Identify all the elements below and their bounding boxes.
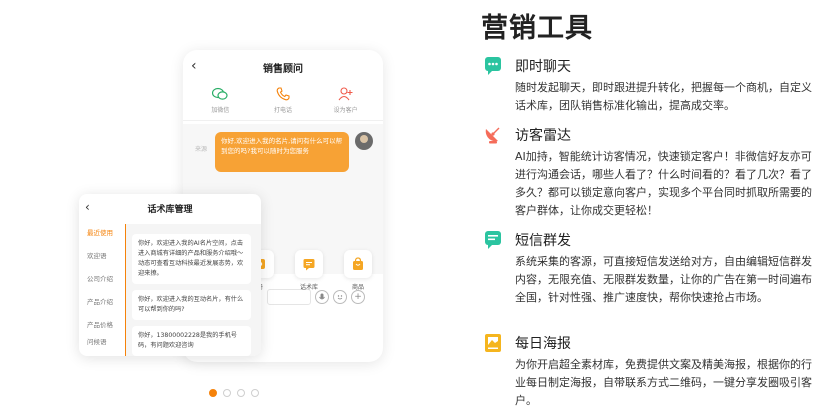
feature-desc: 系统采集的客源，可直接短信发送给对方，自由编辑短信群发内容，无限充值、无限群发数… (515, 255, 812, 304)
source-tag: 来源 (195, 146, 208, 153)
shopping-bag-icon (344, 250, 372, 278)
tool-script-label: 话术库 (299, 284, 318, 291)
avatar (355, 132, 373, 150)
library-categories: 最近使用 欢迎语 公司介绍 产品介绍 产品价格 问候语 (79, 222, 123, 356)
feature-desc: 为你开启超全素材库，免费提供文案及精美海报，根据你的行业每日制定海报，自带联系方… (515, 358, 812, 407)
back-arrow-icon[interactable]: ‹ (85, 200, 90, 214)
phone-icon (275, 86, 291, 102)
script-library-icon (295, 250, 323, 278)
list-item[interactable]: 你好，欢迎进入我的AI名片空间，点击进入商城有详细的产品和服务介绍哦～动态可查看… (132, 234, 251, 284)
category-recent[interactable]: 最近使用 (79, 222, 123, 245)
tool-products-label: 商品 (351, 284, 364, 291)
library-title: 话术库管理 (147, 204, 193, 215)
feature-name: 访客雷达 (515, 128, 571, 144)
marketing-tools-section: ‹ 销售顾问 加微信 打电话 设为客户 来源 你好,欢迎进入我的名片,请问有什么… (0, 0, 828, 407)
add-wechat-button[interactable]: 加微信 (190, 86, 250, 114)
list-item[interactable]: 你好，欢迎进入我的互动名片，有什么可以帮到你的吗? (132, 290, 251, 320)
tool-script-library[interactable]: 话术库 (289, 250, 329, 291)
feature-desc: AI加持，智能统计访客情况，快速锁定客户！非微信好友亦可进行沟通会话，哪些人看了… (515, 150, 812, 217)
library-list: 你好，欢迎进入我的AI名片空间，点击进入商城有详细的产品和服务介绍哦～动态可查看… (125, 224, 261, 356)
chat-header: ‹ 销售顾问 (183, 50, 383, 84)
feature-desc: 随时发起聊天，即时跟进提升转化，把握每一个商机，自定义话术库，团队销售标准化输出… (515, 81, 812, 112)
call-label: 打电话 (273, 107, 292, 114)
tool-products[interactable]: 商品 (338, 250, 378, 291)
add-wechat-label: 加微信 (211, 107, 230, 114)
call-button[interactable]: 打电话 (253, 86, 313, 114)
carousel-pager (209, 389, 259, 397)
category-welcome[interactable]: 欢迎语 (79, 245, 123, 268)
wechat-icon (212, 86, 228, 102)
back-arrow-icon[interactable]: ‹ (191, 58, 197, 74)
section-title: 营销工具 (481, 13, 593, 44)
pager-dot[interactable] (223, 389, 231, 397)
poster-icon (484, 333, 502, 353)
category-company[interactable]: 公司介绍 (79, 268, 123, 291)
feature-name: 即时聊天 (515, 59, 571, 75)
feature-name: 短信群发 (515, 233, 571, 249)
category-price[interactable]: 产品价格 (79, 314, 123, 337)
script-library-card: ‹ 话术库管理 最近使用 欢迎语 公司介绍 产品介绍 产品价格 问候语 你好，欢… (79, 194, 261, 356)
library-header: ‹ 话术库管理 (79, 194, 261, 222)
list-item[interactable]: 你好，13800002228是我的手机号码，有问题欢迎咨询 (132, 326, 251, 356)
add-customer-icon (338, 86, 354, 102)
chat-icon (484, 56, 502, 76)
set-customer-label: 设为客户 (333, 107, 358, 114)
category-greeting[interactable]: 问候语 (79, 337, 123, 347)
chat-actions: 加微信 打电话 设为客户 (183, 84, 383, 121)
pager-dot[interactable] (237, 389, 245, 397)
pager-dot[interactable] (251, 389, 259, 397)
sms-icon (484, 230, 502, 250)
chat-title: 销售顾问 (263, 63, 303, 75)
set-customer-button[interactable]: 设为客户 (316, 86, 376, 114)
pager-dot[interactable] (209, 389, 217, 397)
feature-name: 每日海报 (515, 336, 571, 352)
radar-icon (484, 125, 502, 145)
category-product[interactable]: 产品介绍 (79, 291, 123, 314)
chat-bubble: 你好,欢迎进入我的名片,请问有什么可以帮到您的吗?我可以随时为您服务 (215, 132, 349, 172)
